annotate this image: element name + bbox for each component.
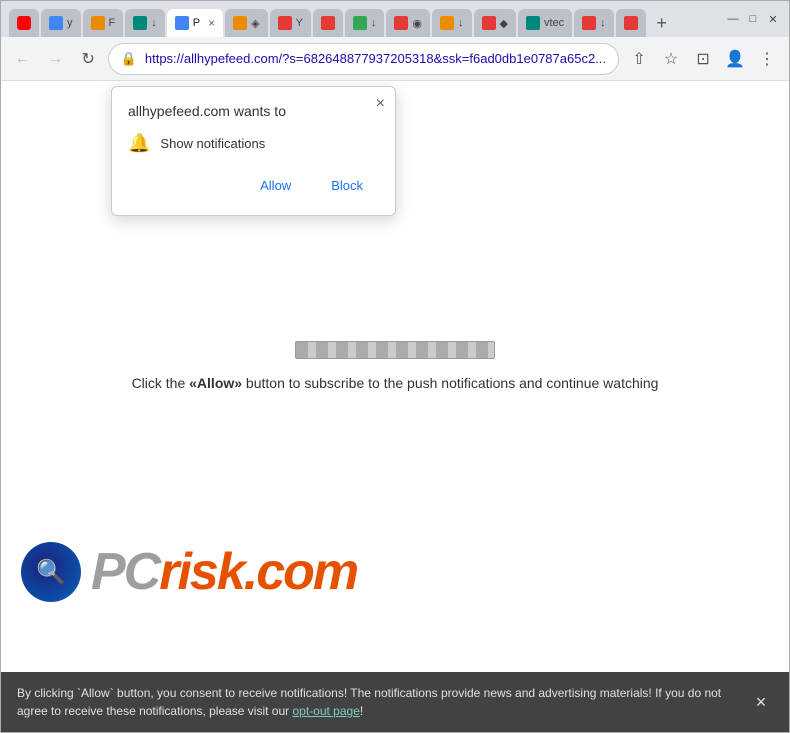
tab-favicon-11 — [440, 16, 454, 30]
tab-favicon-7 — [278, 16, 292, 30]
tab-favicon-5 — [175, 16, 189, 30]
popup-title: allhypefeed.com wants to — [128, 103, 379, 119]
tab-favicon-13 — [526, 16, 540, 30]
allow-emphasis: «Allow» — [189, 375, 242, 391]
pcrisk-text-orange: risk.com — [159, 543, 357, 601]
notification-popup: × allhypefeed.com wants to 🔔 Show notifi… — [111, 86, 396, 216]
tab-label-3: F — [109, 17, 116, 29]
tab-favicon-9 — [353, 16, 367, 30]
bookmark-button[interactable]: ☆ — [657, 45, 685, 73]
tab-1[interactable] — [9, 9, 39, 37]
back-button[interactable]: ← — [9, 45, 36, 73]
popup-close-button[interactable]: × — [376, 95, 385, 113]
tab-2[interactable]: y — [41, 9, 81, 37]
tab-label-6: ◈ — [251, 17, 259, 30]
tab-label-4: ↓ — [151, 17, 157, 29]
tab-favicon-2 — [49, 16, 63, 30]
tab-switch-button[interactable]: ⊡ — [689, 45, 717, 73]
tab-12[interactable]: ◆ — [474, 9, 516, 37]
pcrisk-text-gray: PC — [91, 543, 159, 601]
tab-label-10: ◉ — [412, 17, 422, 30]
page-content: × allhypefeed.com wants to 🔔 Show notifi… — [1, 81, 789, 672]
tab-label-13: vtec — [544, 17, 564, 29]
lock-icon: 🔒 — [121, 51, 137, 67]
tab-label-11: ↓ — [458, 17, 464, 29]
permission-text: Show notifications — [160, 136, 265, 151]
tab-8[interactable] — [313, 9, 343, 37]
allow-button[interactable]: Allow — [244, 172, 307, 199]
bottom-bar-text: By clicking `Allow` button, you consent … — [17, 684, 737, 720]
tab-favicon-8 — [321, 16, 335, 30]
forward-button[interactable]: → — [42, 45, 69, 73]
tab-3[interactable]: F — [83, 9, 124, 37]
tab-label-2: y — [67, 17, 73, 29]
page-instruction: Click the «Allow» button to subscribe to… — [132, 375, 659, 391]
maximize-button[interactable]: □ — [745, 11, 761, 27]
bottom-text-end: ! — [360, 704, 363, 718]
tab-label-7: Y — [296, 17, 303, 29]
tab-14[interactable]: ↓ — [574, 9, 614, 37]
profile-button[interactable]: 👤 — [721, 45, 749, 73]
tab-label-14: ↓ — [600, 17, 606, 29]
tab-favicon-3 — [91, 16, 105, 30]
bottom-bar: By clicking `Allow` button, you consent … — [1, 672, 789, 732]
tab-5-active[interactable]: P × — [167, 9, 223, 37]
tab-4[interactable]: ↓ — [125, 9, 165, 37]
tab-close-5[interactable]: × — [208, 16, 215, 30]
popup-buttons: Allow Block — [128, 172, 379, 199]
toolbar: ← → ↻ 🔒 https://allhypefeed.com/?s=68264… — [1, 37, 789, 81]
opt-out-link[interactable]: opt-out page — [292, 704, 359, 718]
browser-frame: y F ↓ P × ◈ — [0, 0, 790, 733]
tab-7[interactable]: Y — [270, 9, 311, 37]
tab-favicon-6 — [233, 16, 247, 30]
tab-13[interactable]: vtec — [518, 9, 572, 37]
tab-10[interactable]: ◉ — [386, 9, 430, 37]
tab-strip: y F ↓ P × ◈ — [9, 1, 713, 37]
pcrisk-icon — [21, 542, 81, 602]
tab-favicon-10 — [394, 16, 408, 30]
tab-9[interactable]: ↓ — [345, 9, 385, 37]
tab-label-5: P — [193, 17, 200, 29]
block-button[interactable]: Block — [315, 172, 379, 199]
address-text: https://allhypefeed.com/?s=6826488779372… — [145, 51, 606, 66]
tab-11[interactable]: ↓ — [432, 9, 472, 37]
tab-favicon-15 — [624, 16, 638, 30]
toolbar-actions: ⇧ ☆ ⊡ 👤 ⋮ — [625, 45, 781, 73]
bell-icon: 🔔 — [128, 133, 150, 154]
tab-label-12: ◆ — [500, 17, 508, 30]
title-bar: y F ↓ P × ◈ — [1, 1, 789, 37]
reload-button[interactable]: ↻ — [75, 45, 102, 73]
tab-label-9: ↓ — [371, 17, 377, 29]
bottom-text-content: By clicking `Allow` button, you consent … — [17, 686, 721, 718]
progress-bar — [295, 341, 495, 359]
pcrisk-text: PCrisk.com — [91, 542, 357, 602]
menu-button[interactable]: ⋮ — [753, 45, 781, 73]
close-button[interactable]: ✕ — [765, 11, 781, 27]
new-tab-button[interactable]: + — [648, 9, 676, 37]
minimize-button[interactable]: — — [725, 11, 741, 27]
tab-6[interactable]: ◈ — [225, 9, 267, 37]
bottom-bar-close-button[interactable]: × — [749, 690, 773, 714]
tab-favicon-14 — [582, 16, 596, 30]
pcrisk-logo: PCrisk.com — [21, 542, 357, 602]
share-button[interactable]: ⇧ — [625, 45, 653, 73]
popup-permission: 🔔 Show notifications — [128, 133, 379, 154]
tab-favicon-12 — [482, 16, 496, 30]
tab-favicon-4 — [133, 16, 147, 30]
tab-15[interactable] — [616, 9, 646, 37]
window-controls: — □ ✕ — [725, 11, 781, 27]
tab-favicon-1 — [17, 16, 31, 30]
address-bar[interactable]: 🔒 https://allhypefeed.com/?s=68264887793… — [108, 43, 619, 75]
